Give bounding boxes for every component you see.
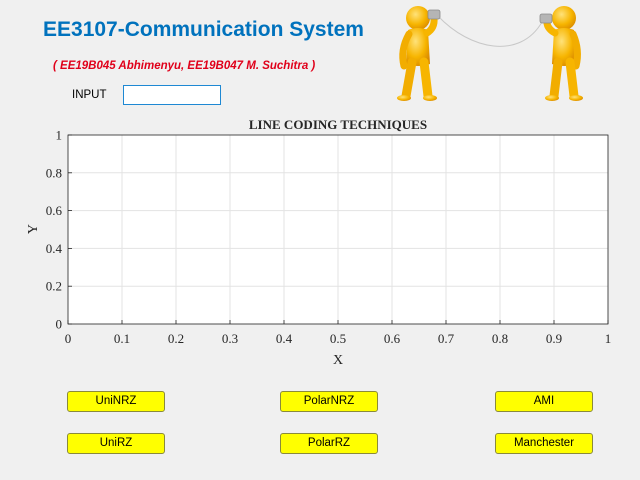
input-field[interactable] — [123, 85, 221, 105]
y-tick-label: 0 — [56, 317, 63, 332]
y-tick-label: 0.8 — [46, 165, 62, 180]
x-tick-label: 0.3 — [222, 331, 238, 346]
ami-button[interactable]: AMI — [495, 391, 593, 412]
authors-label: ( EE19B045 Abhimenyu, EE19B047 M. Suchit… — [53, 60, 316, 72]
polarrz-button[interactable]: PolarRZ — [280, 433, 378, 454]
phone-call-illustration — [397, 6, 583, 101]
input-label: INPUT — [72, 89, 107, 101]
x-tick-label: 1 — [605, 331, 612, 346]
x-tick-label: 0.4 — [276, 331, 293, 346]
unirz-button[interactable]: UniRZ — [67, 433, 165, 454]
y-tick-label: 0.6 — [46, 203, 63, 218]
x-tick-label: 0 — [65, 331, 72, 346]
line-coding-chart: LINE CODING TECHNIQUES 0 0.1 0.2 0.3 0.4 0.5 0… — [26, 117, 612, 368]
y-tick-label: 0.4 — [46, 241, 63, 256]
manchester-button[interactable]: Manchester — [495, 433, 593, 454]
x-tick-label: 0.5 — [330, 331, 346, 346]
chart-title: LINE CODING TECHNIQUES — [249, 117, 427, 132]
polarnrz-button[interactable]: PolarNRZ — [280, 391, 378, 412]
x-tick-label: 0.9 — [546, 331, 562, 346]
app-title: EE3107-Communication System — [43, 18, 364, 41]
x-tick-label: 0.7 — [438, 331, 455, 346]
x-axis-label: X — [333, 353, 343, 368]
left-tin-can — [427, 9, 441, 20]
left-figure — [397, 6, 438, 101]
x-tick-label: 0.6 — [384, 331, 401, 346]
right-tin-can — [539, 13, 553, 24]
y-axis-label: Y — [26, 224, 41, 234]
uninrz-button[interactable]: UniNRZ — [67, 391, 165, 412]
x-tick-label: 0.2 — [168, 331, 184, 346]
y-tick-label: 1 — [56, 128, 63, 143]
x-tick-label: 0.8 — [492, 331, 508, 346]
x-tick-label: 0.1 — [114, 331, 130, 346]
y-tick-label: 0.2 — [46, 279, 62, 294]
